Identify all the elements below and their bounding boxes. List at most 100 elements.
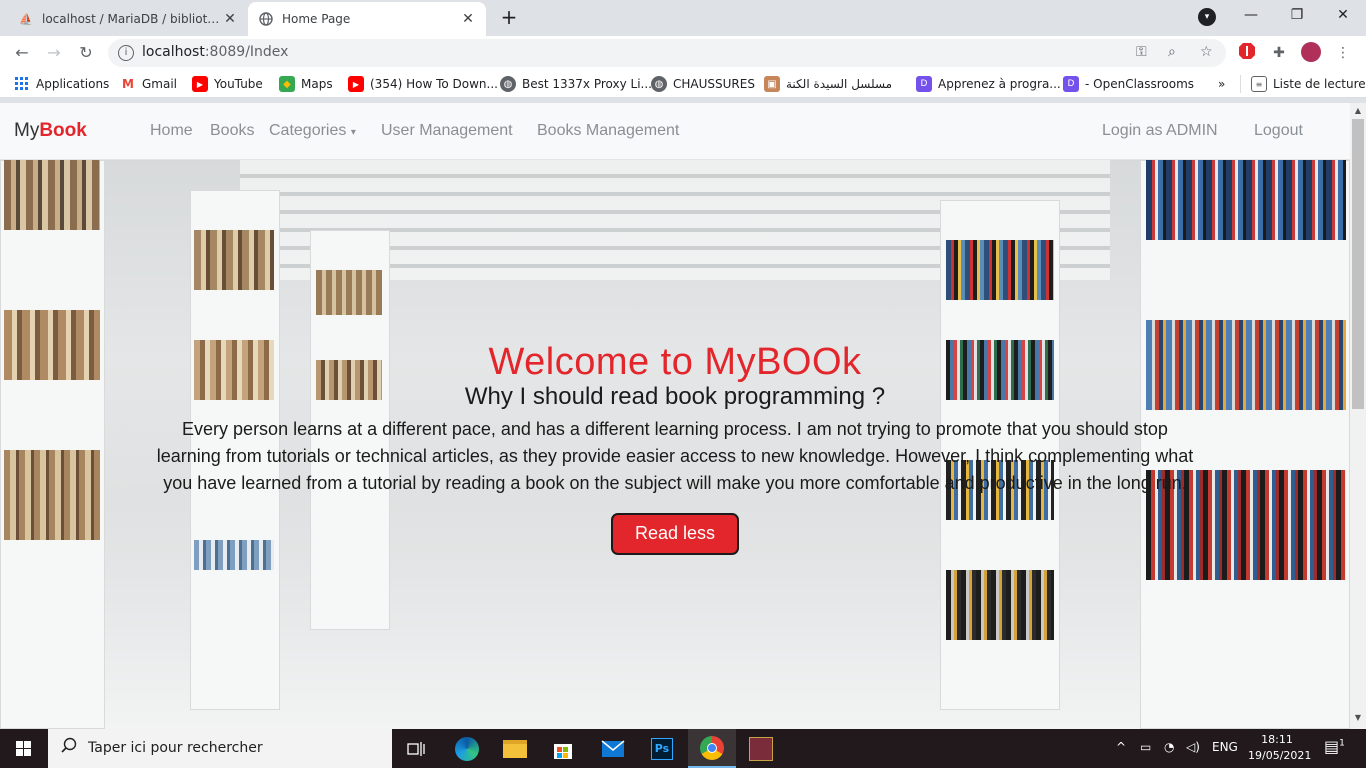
globe-icon: ◍ — [500, 76, 516, 92]
microsoft-store-icon[interactable] — [539, 729, 587, 768]
bookmark-label: Maps — [301, 77, 333, 91]
bookmark-maps[interactable]: ◆ Maps — [279, 75, 333, 93]
windows-taskbar: Taper ici pour rechercher Ps ^ ▭ ◔ ◁) EN… — [0, 729, 1366, 768]
bookmark-label: مسلسل السيدة الكنة — [786, 77, 893, 91]
tab-phpmyadmin[interactable]: ⛵ localhost / MariaDB / bibliotheque ✕ — [8, 2, 248, 36]
site-info-icon[interactable]: i — [118, 45, 134, 61]
scroll-up-icon[interactable]: ▲ — [1350, 106, 1366, 115]
bookmark-label: Apprenez à progra... — [938, 77, 1061, 91]
language-indicator[interactable]: ENG — [1212, 740, 1238, 754]
battery-icon[interactable]: ▭ — [1140, 740, 1151, 754]
bookmark-chaussures[interactable]: ◍ CHAUSSURES — [651, 75, 755, 93]
bookmark-label: (354) How To Down... — [370, 77, 498, 91]
reload-icon[interactable]: ↻ — [74, 41, 98, 65]
bookmark-1337x[interactable]: ◍ Best 1337x Proxy Li... — [500, 75, 652, 93]
page-scrollbar[interactable]: ▲ ▼ — [1350, 103, 1366, 729]
bookmark-youtube[interactable]: ▶ YouTube — [192, 75, 263, 93]
forward-icon[interactable]: → — [42, 41, 66, 65]
nav-user-management[interactable]: User Management — [381, 122, 513, 140]
nav-categories[interactable]: Categories ▾ — [269, 122, 356, 140]
wamp-server-icon[interactable] — [737, 729, 785, 768]
wifi-icon[interactable]: ◔ — [1164, 740, 1174, 754]
hero-content: Welcome to MyBOOk Why I should read book… — [0, 340, 1350, 555]
apps-grid-icon — [14, 76, 30, 92]
system-clock[interactable]: 18:11 19/05/2021 — [1248, 732, 1311, 764]
site-navbar: MyBook Home Books Categories ▾ User Mana… — [0, 103, 1350, 160]
openclassrooms-icon: D — [916, 76, 932, 92]
reading-list-label: Liste de lecture — [1273, 77, 1366, 91]
tab-search-icon[interactable]: ▾ — [1198, 8, 1216, 26]
chrome-icon[interactable] — [688, 729, 736, 768]
close-tab-icon[interactable]: ✕ — [222, 11, 238, 27]
restore-icon[interactable]: ❐ — [1274, 0, 1320, 32]
close-tab-icon[interactable]: ✕ — [460, 11, 476, 27]
tray-chevron-icon[interactable]: ^ — [1116, 740, 1126, 754]
photoshop-icon[interactable]: Ps — [638, 729, 686, 768]
globe-icon — [258, 11, 274, 27]
nav-books[interactable]: Books — [210, 122, 254, 140]
hero-subtitle: Why I should read book programming ? — [464, 383, 886, 410]
hero-paragraph: Every person learns at a different pace,… — [156, 419, 1194, 493]
back-icon[interactable]: ← — [10, 41, 34, 65]
taskbar-search[interactable]: Taper ici pour rechercher — [48, 729, 392, 768]
new-tab-button[interactable]: + — [496, 6, 522, 30]
bookmark-how-to-down[interactable]: ▶ (354) How To Down... — [348, 75, 498, 93]
notifications-icon[interactable]: ▤1 — [1324, 737, 1345, 756]
bookmark-arabic-series[interactable]: ▣ مسلسل السيدة الكنة — [764, 75, 892, 93]
brand-logo[interactable]: MyBook — [14, 120, 87, 142]
search-placeholder: Taper ici pour rechercher — [88, 740, 263, 756]
maps-icon: ◆ — [279, 76, 295, 92]
nav-logout[interactable]: Logout — [1254, 122, 1303, 140]
zoom-icon[interactable]: ⌕ — [1168, 44, 1176, 60]
scroll-down-icon[interactable]: ▼ — [1350, 713, 1366, 722]
bookmark-apprenez[interactable]: D Apprenez à progra... — [916, 75, 1061, 93]
address-bar[interactable]: i localhost:8089/Index ⚿ ⌕ ☆ — [108, 39, 1226, 67]
bookmark-label: Gmail — [142, 77, 178, 91]
search-icon — [60, 737, 78, 759]
tab-home-page[interactable]: Home Page ✕ — [248, 2, 486, 36]
minimize-icon[interactable]: — — [1228, 0, 1274, 32]
book-row — [316, 270, 382, 315]
book-row — [1146, 160, 1346, 240]
edge-icon[interactable] — [443, 729, 491, 768]
browser-toolbar: ← → ↻ i localhost:8089/Index ⚿ ⌕ ☆ ✚ ⋮ — [0, 36, 1366, 70]
bookmark-star-icon[interactable]: ☆ — [1200, 44, 1213, 60]
globe-icon: ◍ — [651, 76, 667, 92]
gmail-icon: M — [122, 77, 134, 91]
extensions-puzzle-icon[interactable]: ✚ — [1268, 42, 1290, 64]
adblock-icon[interactable] — [1236, 42, 1258, 64]
youtube-icon: ▶ — [192, 76, 208, 92]
bookmark-label: - OpenClassrooms — [1085, 77, 1195, 91]
nav-home[interactable]: Home — [150, 122, 193, 140]
tab-title: localhost / MariaDB / bibliotheque — [42, 12, 222, 26]
scrollbar-thumb[interactable] — [1352, 119, 1364, 409]
bookmark-label: Best 1337x Proxy Li... — [522, 77, 652, 91]
key-icon[interactable]: ⚿ — [1136, 44, 1147, 60]
openclassrooms-icon: D — [1063, 76, 1079, 92]
book-row — [946, 570, 1054, 640]
bookmark-applications[interactable]: Applications — [14, 75, 109, 93]
bookmark-label: YouTube — [214, 77, 263, 91]
profile-avatar[interactable] — [1300, 42, 1322, 64]
task-view-icon[interactable] — [392, 729, 440, 768]
phpmyadmin-icon: ⛵ — [19, 12, 33, 26]
windows-start-icon[interactable] — [0, 729, 48, 768]
book-row — [194, 230, 274, 290]
close-window-icon[interactable]: ✕ — [1320, 0, 1366, 32]
mail-icon[interactable] — [589, 729, 637, 768]
tab-strip: ⛵ localhost / MariaDB / bibliotheque ✕ H… — [0, 0, 1366, 36]
web-page: MyBook Home Books Categories ▾ User Mana… — [0, 103, 1350, 729]
reading-list-button[interactable]: ≡ Liste de lecture — [1240, 75, 1366, 93]
notification-count: 1 — [1339, 738, 1345, 749]
bookmark-gmail[interactable]: M Gmail — [120, 75, 177, 93]
bookmarks-bar: Applications M Gmail ▶ YouTube ◆ Maps ▶ … — [0, 70, 1366, 98]
bookmark-openclassrooms[interactable]: D - OpenClassrooms — [1063, 75, 1194, 93]
file-explorer-icon[interactable] — [491, 729, 539, 768]
nav-login-admin[interactable]: Login as ADMIN — [1102, 122, 1218, 140]
read-less-button[interactable]: Read less — [611, 513, 739, 555]
bookmarks-overflow-button[interactable]: » — [1218, 75, 1225, 93]
hero-title: Welcome to MyBOOk — [488, 341, 862, 383]
volume-icon[interactable]: ◁) — [1186, 740, 1200, 754]
nav-books-management[interactable]: Books Management — [537, 122, 679, 140]
browser-menu-icon[interactable]: ⋮ — [1332, 42, 1354, 64]
